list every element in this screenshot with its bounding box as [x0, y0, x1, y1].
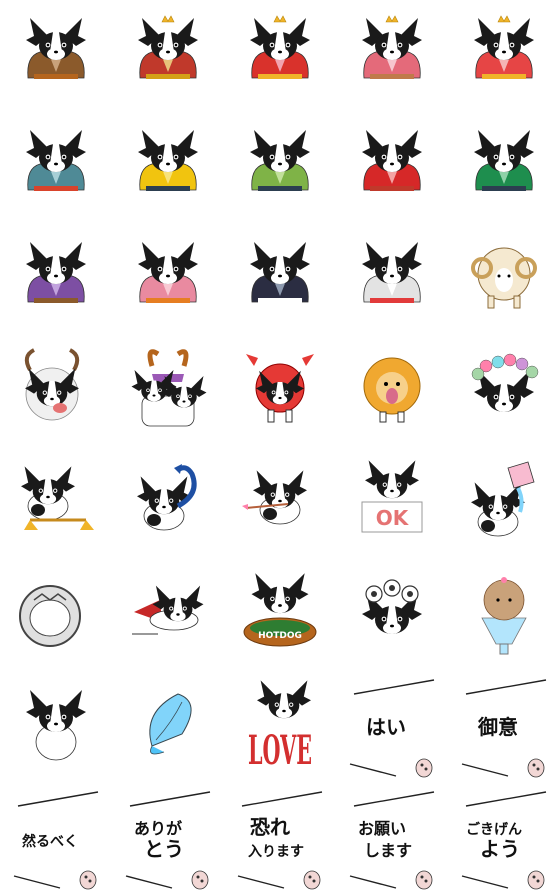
papillon-hina-empress-icon — [250, 15, 310, 79]
sticker-cell[interactable]: 恐れ 入ります — [224, 784, 336, 896]
paw-peek-text-icon: ごきげんよう — [461, 791, 547, 890]
papillon-hina-lady-fan-icon — [474, 15, 534, 79]
sticker-cell[interactable] — [0, 336, 112, 448]
papillon-gemini-twins-icon — [131, 349, 207, 427]
sticker-text-line: 入ります — [248, 844, 304, 860]
paw-peek-text-icon: お願いします — [349, 791, 435, 890]
sticker-text-line: はい — [366, 715, 406, 739]
sticker-cell[interactable] — [112, 0, 224, 112]
papillon-hotdog-icon: HOTDOG — [243, 573, 317, 647]
blue-butterfly-wing-icon — [149, 693, 192, 755]
sticker-cell[interactable]: ありが とう — [112, 784, 224, 896]
paw-peek-text-icon: 御意 — [461, 679, 547, 778]
papillon-musician-yellow-icon — [138, 130, 198, 191]
sticker-cell[interactable] — [112, 448, 224, 560]
paw-peek-text-icon: はい — [349, 679, 435, 778]
sticker-cell[interactable] — [0, 672, 112, 784]
papillon-leo-lion-icon — [363, 357, 421, 423]
sticker-cell[interactable] — [0, 448, 112, 560]
sticker-cell[interactable] — [112, 224, 224, 336]
papillon-libra-scales-icon — [20, 466, 94, 530]
sticker-cell[interactable]: お願いします — [336, 784, 448, 896]
sticker-text-line: 然るべく — [22, 833, 78, 850]
hotdog-text: HOTDOG — [258, 631, 302, 641]
papillon-hina-emperor-icon — [138, 15, 198, 79]
sticker-cell[interactable] — [0, 112, 112, 224]
papillon-white-kimono-icon — [362, 242, 422, 303]
sticker-cell[interactable]: はい — [336, 672, 448, 784]
papillon-flute-player-icon — [26, 242, 86, 303]
papillon-virgo-flower-crown-icon — [471, 353, 539, 412]
papillon-aquarius-jar-icon — [471, 461, 535, 537]
sticker-cell[interactable] — [0, 0, 112, 112]
sticker-cell[interactable] — [448, 336, 560, 448]
sticker-cell[interactable]: 御意 — [448, 672, 560, 784]
sticker-cell[interactable] — [112, 336, 224, 448]
sticker-cell[interactable] — [448, 112, 560, 224]
sticker-cell[interactable] — [336, 336, 448, 448]
papillon-love-letters-icon: LOVE — [248, 680, 312, 774]
sticker-cell[interactable] — [224, 0, 336, 112]
paw-peek-text-icon: ありがとう — [125, 791, 211, 890]
sticker-cell[interactable] — [112, 112, 224, 224]
papillon-aries-ram-icon — [471, 247, 537, 309]
papillon-koto-player-icon — [26, 130, 86, 191]
sticker-cell[interactable] — [0, 560, 112, 672]
papillon-scorpio-tail-icon — [137, 464, 197, 531]
papillon-shamisen-icon — [362, 130, 422, 191]
sticker-cell[interactable]: HOTDOG — [224, 560, 336, 672]
sticker-cell[interactable] — [0, 224, 112, 336]
papillon-hina-lady-icon — [362, 15, 422, 79]
papillon-drum-player-icon — [138, 242, 198, 303]
sticker-cell[interactable] — [336, 112, 448, 224]
papillon-astronaut-helmet-icon — [19, 585, 81, 647]
paw-peek-text-icon: 恐れ入ります — [237, 791, 323, 890]
sticker-text-line: よう — [480, 837, 520, 861]
sticker-cell[interactable] — [224, 448, 336, 560]
sticker-cell[interactable]: LOVE — [224, 672, 336, 784]
sticker-cell[interactable]: ごきげん よう — [448, 784, 560, 896]
papillon-hair-curlers-icon — [362, 579, 422, 634]
sticker-text-line: 御意 — [477, 715, 518, 739]
sticker-cell[interactable] — [448, 0, 560, 112]
sticker-cell[interactable]: 然るべく — [0, 784, 112, 896]
papillon-black-kimono-icon — [250, 242, 310, 303]
sticker-sheet-grid: OK HOTDOG LOVE はい 御意 然るべく ありが とう 恐れ 入ります お願い します ごきげ… — [0, 0, 560, 896]
sticker-text-line: とう — [144, 837, 184, 861]
papillon-sitting-back-icon — [26, 690, 86, 761]
sticker-cell[interactable] — [448, 560, 560, 672]
papillon-sagittarius-arrow-icon — [242, 470, 307, 525]
sticker-cell[interactable]: OK — [336, 448, 448, 560]
papillon-musician-teal-icon — [474, 130, 534, 191]
sticker-cell[interactable] — [336, 224, 448, 336]
sticker-text-line: ありが — [134, 819, 182, 838]
sticker-text-line: します — [364, 841, 412, 860]
sticker-cell[interactable] — [448, 224, 560, 336]
love-text: LOVE — [248, 727, 312, 774]
paw-peek-text-icon: 然るべく — [13, 791, 99, 890]
sticker-text-line: 恐れ — [250, 815, 290, 839]
sticker-cell[interactable] — [224, 224, 336, 336]
sticker-cell[interactable] — [448, 448, 560, 560]
papillon-flying-cape-icon — [132, 585, 204, 635]
papillon-musician-green-icon — [250, 130, 310, 191]
sticker-cell[interactable] — [112, 560, 224, 672]
papillon-taurus-mask-icon — [24, 348, 80, 421]
ok-board-text: OK — [376, 506, 410, 530]
sticker-cell[interactable] — [224, 336, 336, 448]
sticker-text-line: お願い — [358, 819, 406, 838]
papillon-parfait-cup-icon — [481, 577, 527, 655]
sticker-cell[interactable] — [336, 560, 448, 672]
sticker-text-line: ごきげん — [466, 821, 522, 838]
papillon-hina-brown-robe-icon — [26, 18, 86, 79]
papillon-ok-board-icon: OK — [361, 460, 423, 533]
sticker-cell[interactable] — [112, 672, 224, 784]
sticker-cell[interactable] — [336, 0, 448, 112]
papillon-cancer-crab-icon — [246, 354, 314, 423]
sticker-cell[interactable] — [224, 112, 336, 224]
